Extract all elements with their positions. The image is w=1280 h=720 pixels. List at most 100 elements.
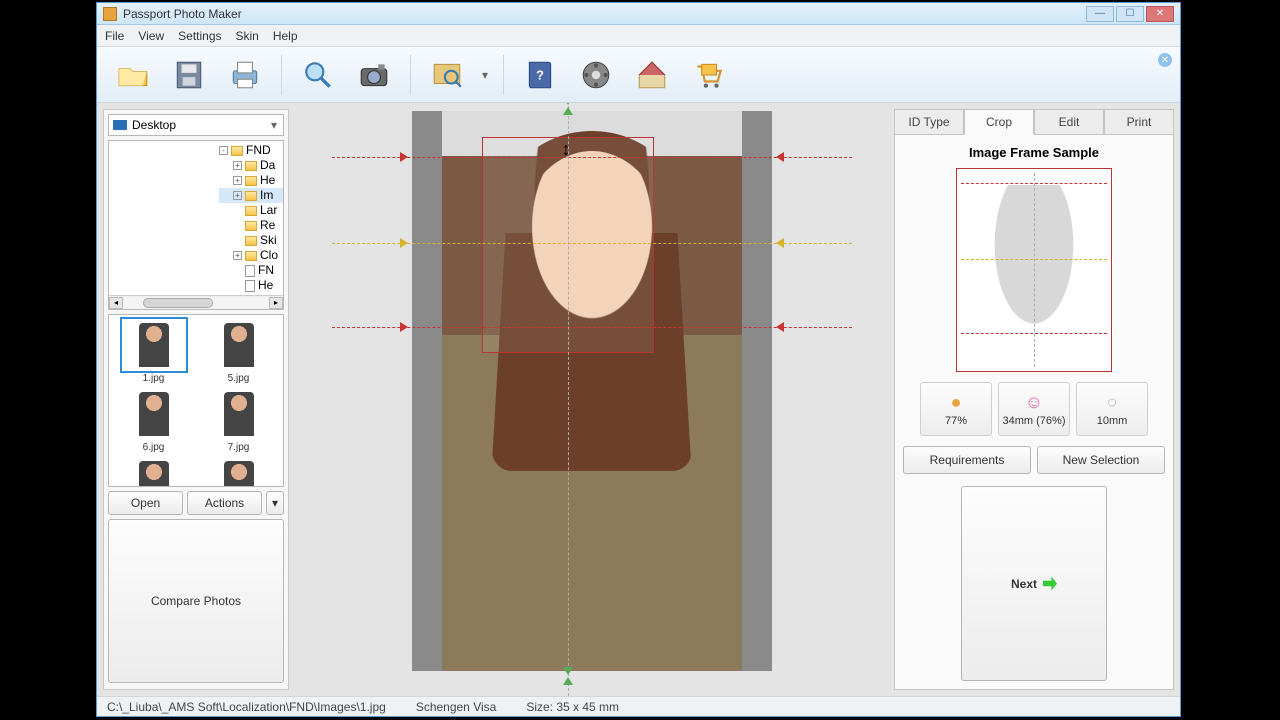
- compare-photos-button[interactable]: Compare Photos: [108, 519, 284, 684]
- thumbnail[interactable]: 1.jpg: [113, 319, 194, 384]
- close-hint-button[interactable]: ✕: [1158, 53, 1172, 67]
- open-button[interactable]: Open: [108, 491, 183, 515]
- camera-button[interactable]: [350, 53, 398, 97]
- drive-label: Desktop: [132, 118, 176, 132]
- menu-view[interactable]: View: [138, 29, 164, 43]
- app-window: Passport Photo Maker — ☐ ✕ File View Set…: [96, 2, 1181, 717]
- search-button[interactable]: [294, 53, 342, 97]
- help-book-button[interactable]: ?: [516, 53, 564, 97]
- folder-icon: [245, 221, 257, 231]
- metric-top-margin[interactable]: ○10mm: [1076, 382, 1148, 436]
- window-title: Passport Photo Maker: [123, 7, 1086, 21]
- thumbnail[interactable]: 8.jpg: [113, 457, 194, 487]
- folder-icon: [245, 161, 257, 171]
- cart-button[interactable]: [684, 53, 732, 97]
- tree-item[interactable]: +He: [219, 173, 283, 188]
- menu-skin[interactable]: Skin: [236, 29, 259, 43]
- tab-print[interactable]: Print: [1104, 109, 1174, 135]
- margin-icon: ○: [1107, 392, 1118, 413]
- tab-crop[interactable]: Crop: [964, 109, 1034, 135]
- marker-right-chin[interactable]: [776, 322, 784, 332]
- requirements-button[interactable]: Requirements: [903, 446, 1031, 474]
- menu-file[interactable]: File: [105, 29, 124, 43]
- menu-help[interactable]: Help: [273, 29, 298, 43]
- panel-title: Image Frame Sample: [969, 145, 1099, 160]
- maximize-button[interactable]: ☐: [1116, 6, 1144, 22]
- video-button[interactable]: [572, 53, 620, 97]
- folder-icon: [231, 146, 243, 156]
- marker-bottom[interactable]: [563, 677, 573, 685]
- print-button[interactable]: [221, 53, 269, 97]
- metric-head-height[interactable]: ☺34mm (76%): [998, 382, 1070, 436]
- titlebar[interactable]: Passport Photo Maker — ☐ ✕: [97, 3, 1180, 25]
- head-height-icon: ☺: [1025, 392, 1043, 413]
- guide-head-top: [332, 157, 852, 158]
- tree-item[interactable]: +Clo: [219, 248, 283, 263]
- marker-left-top[interactable]: [400, 152, 408, 162]
- status-path: C:\_Liuba\_AMS Soft\Localization\FND\Ima…: [107, 700, 386, 714]
- preview-button[interactable]: [423, 53, 471, 97]
- tree-item[interactable]: Ski: [219, 233, 283, 248]
- person-icon: ●: [951, 392, 962, 413]
- status-type: Schengen Visa: [416, 700, 497, 714]
- tree-item[interactable]: +Da: [219, 158, 283, 173]
- metric-head-ratio[interactable]: ●77%: [920, 382, 992, 436]
- marker-top[interactable]: [563, 103, 573, 105]
- minimize-button[interactable]: —: [1086, 6, 1114, 22]
- tab-id-type[interactable]: ID Type: [894, 109, 964, 135]
- menu-settings[interactable]: Settings: [178, 29, 221, 43]
- tab-edit[interactable]: Edit: [1034, 109, 1104, 135]
- marker-top2[interactable]: [563, 107, 573, 115]
- thumbnail[interactable]: 7.jpg: [198, 388, 279, 453]
- tree-item[interactable]: Re: [219, 218, 283, 233]
- right-tabs: ID Type Crop Edit Print: [894, 109, 1174, 135]
- menubar: File View Settings Skin Help: [97, 25, 1180, 47]
- arrow-right-icon: [1043, 577, 1057, 591]
- open-folder-button[interactable]: [109, 53, 157, 97]
- tree-item[interactable]: He: [219, 278, 283, 293]
- folder-icon: [245, 191, 257, 201]
- tree-scrollbar[interactable]: ◂ ▸: [109, 295, 283, 309]
- tree-item[interactable]: +Im: [219, 188, 283, 203]
- frame-sample: [956, 168, 1112, 372]
- toolbar: ▾ ? ✕: [97, 47, 1180, 103]
- marker-left-eye[interactable]: [400, 238, 408, 248]
- right-panel: ID Type Crop Edit Print Image Frame Samp…: [894, 109, 1174, 690]
- marker-bottom2[interactable]: [563, 667, 573, 675]
- marker-right-eye[interactable]: [776, 238, 784, 248]
- editor-area: ↕: [293, 103, 890, 696]
- scroll-right-button[interactable]: ▸: [269, 297, 283, 309]
- crop-panel: Image Frame Sample ●77% ☺34mm (76%) ○10m…: [894, 135, 1174, 690]
- thumbnail[interactable]: 5.jpg: [198, 319, 279, 384]
- save-button[interactable]: [165, 53, 213, 97]
- thumbnail[interactable]: 6.jpg: [113, 388, 194, 453]
- status-bar: C:\_Liuba\_AMS Soft\Localization\FND\Ima…: [97, 696, 1180, 716]
- file-icon: [245, 265, 255, 277]
- status-size: Size: 35 x 45 mm: [526, 700, 619, 714]
- next-button[interactable]: Next: [961, 486, 1107, 681]
- preview-dropdown[interactable]: ▾: [479, 68, 491, 82]
- actions-dropdown[interactable]: ▾: [266, 491, 284, 515]
- new-selection-button[interactable]: New Selection: [1037, 446, 1165, 474]
- guide-chin: [332, 327, 852, 328]
- tree-item[interactable]: Lar: [219, 203, 283, 218]
- thumbnail[interactable]: 9.jpg: [198, 457, 279, 487]
- tree-item[interactable]: -FND: [219, 143, 283, 158]
- photo-canvas[interactable]: ↕: [412, 111, 772, 671]
- folder-icon: [245, 251, 257, 261]
- scroll-left-button[interactable]: ◂: [109, 297, 123, 309]
- left-panel: Desktop ▾ -FND+Da+He+ImLarReSki+CloFNHe …: [103, 109, 289, 690]
- tree-item[interactable]: FN: [219, 263, 283, 278]
- close-button[interactable]: ✕: [1146, 6, 1174, 22]
- actions-button[interactable]: Actions: [187, 491, 262, 515]
- scroll-thumb[interactable]: [143, 298, 213, 308]
- folder-tree[interactable]: -FND+Da+He+ImLarReSki+CloFNHe ◂ ▸: [108, 140, 284, 310]
- toolbar-separator: [410, 55, 411, 95]
- guide-eye-line: [332, 243, 852, 244]
- drive-selector[interactable]: Desktop ▾: [108, 114, 284, 136]
- marker-right-top[interactable]: [776, 152, 784, 162]
- drive-icon: [113, 120, 127, 130]
- app-icon: [103, 7, 117, 21]
- marker-left-chin[interactable]: [400, 322, 408, 332]
- home-button[interactable]: [628, 53, 676, 97]
